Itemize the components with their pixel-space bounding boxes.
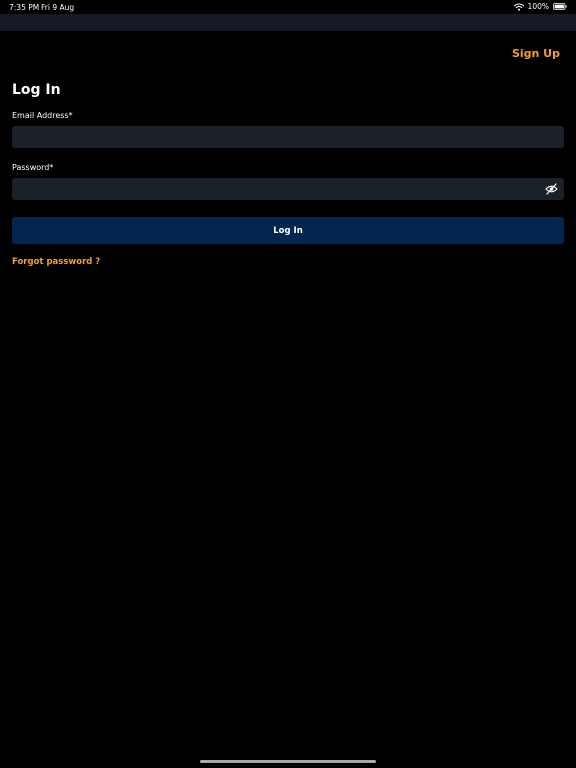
battery-icon (553, 3, 567, 10)
password-label: Password* (12, 163, 54, 172)
password-field[interactable] (12, 180, 564, 202)
status-time: 7:35 PM (9, 3, 40, 12)
email-label: Email Address* (12, 111, 73, 120)
forgot-password-link[interactable]: Forgot password ? (12, 257, 100, 267)
eye-slash-icon[interactable] (545, 183, 558, 195)
page-title: Log In (12, 82, 61, 98)
status-bar: 7:35 PM Fri 9 Aug 100% (0, 0, 576, 14)
password-field-container (12, 178, 564, 202)
battery-percentage: 100% (527, 2, 549, 11)
sign-up-link[interactable]: Sign Up (512, 47, 560, 60)
email-field-container (12, 126, 564, 150)
log-in-button[interactable]: Log In (12, 217, 564, 244)
wifi-icon (513, 3, 524, 11)
navigation-bar (0, 14, 576, 31)
status-indicators: 100% (513, 2, 567, 11)
home-indicator[interactable] (200, 760, 376, 763)
status-date: Fri 9 Aug (41, 3, 75, 12)
email-field[interactable] (12, 128, 564, 150)
